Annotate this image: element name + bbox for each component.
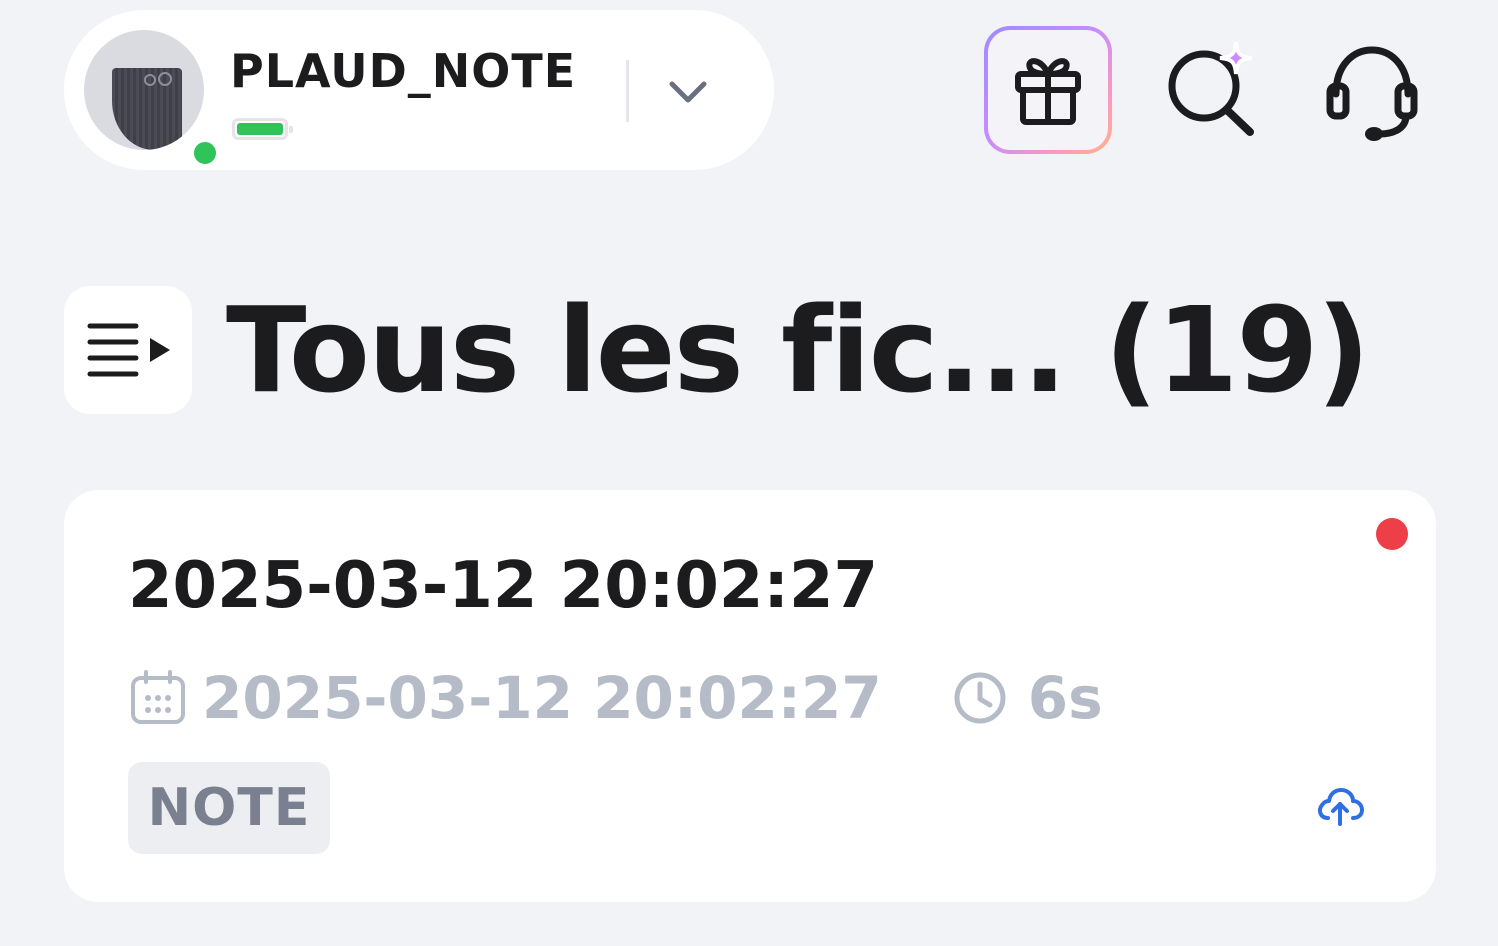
unread-dot xyxy=(1376,518,1408,550)
files-menu-button[interactable] xyxy=(64,286,192,414)
battery-level xyxy=(237,123,283,135)
online-status-dot xyxy=(190,138,220,168)
page-title: Tous les fic... (19) xyxy=(226,281,1370,419)
recording-title: 2025-03-12 20:02:27 xyxy=(128,549,879,623)
gift-icon xyxy=(1015,58,1081,125)
device-name: PLAUD_NOTE xyxy=(230,44,577,98)
clock-icon xyxy=(954,672,1006,724)
recording-card[interactable]: 2025-03-12 20:02:27 2025-03-12 20:02:27 … xyxy=(64,490,1436,902)
recording-duration: 6s xyxy=(1027,664,1103,732)
device-image xyxy=(112,68,182,150)
list-play-icon xyxy=(87,323,170,377)
device-avatar xyxy=(84,30,220,168)
headset-icon[interactable] xyxy=(1318,38,1428,148)
device-selector[interactable]: PLAUD_NOTE xyxy=(64,10,774,170)
recording-meta: 2025-03-12 20:02:27 6s xyxy=(128,660,1103,736)
battery-indicator xyxy=(232,118,293,140)
tag-note[interactable]: NOTE xyxy=(128,762,330,854)
ai-search-icon[interactable] xyxy=(1160,34,1270,144)
recording-date: 2025-03-12 20:02:27 xyxy=(202,664,882,732)
calendar-icon xyxy=(131,670,185,724)
cloud-upload-icon[interactable] xyxy=(1316,786,1364,826)
divider xyxy=(626,60,629,122)
chevron-down-icon[interactable] xyxy=(664,68,712,116)
gift-button[interactable] xyxy=(984,26,1112,154)
